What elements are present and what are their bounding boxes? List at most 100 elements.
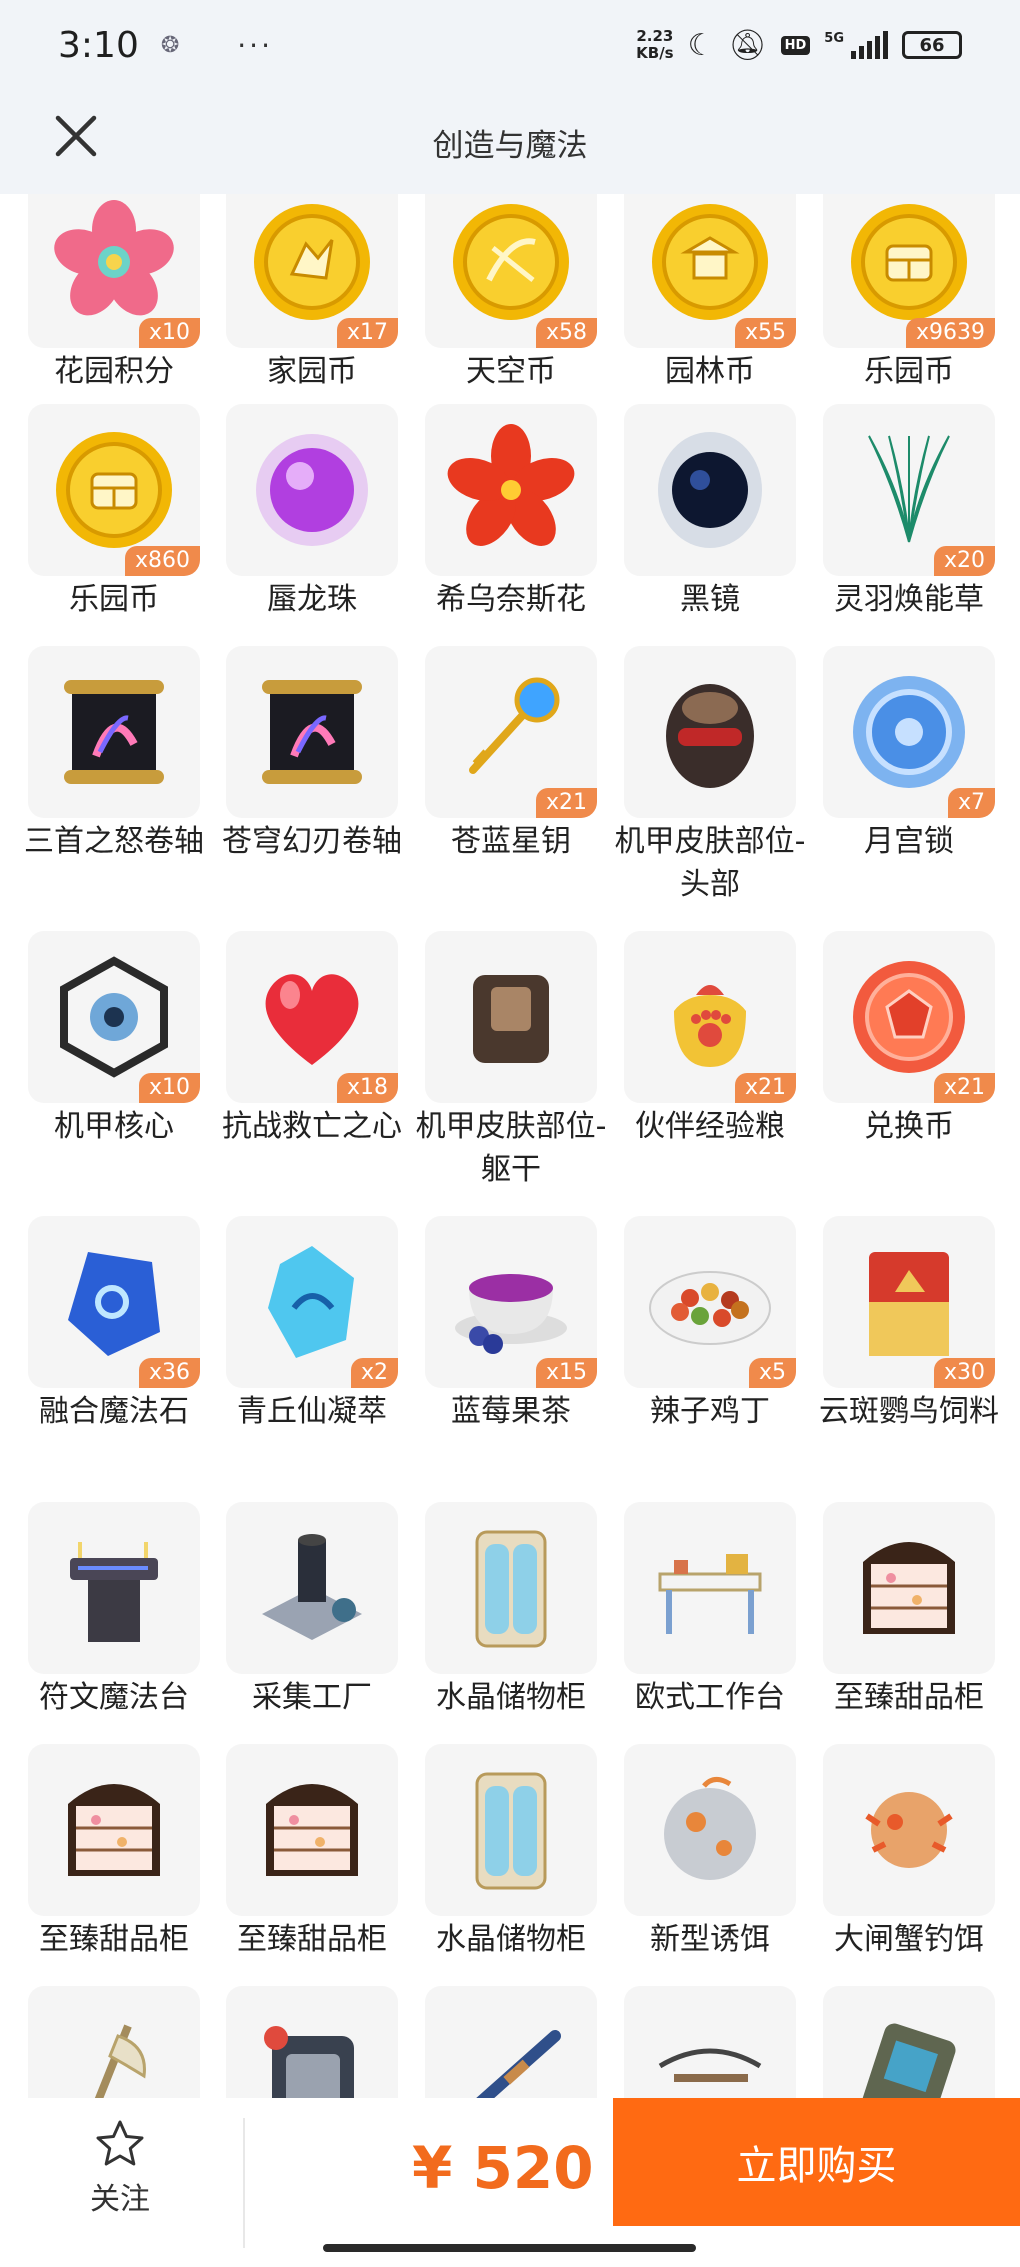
item-card[interactable]: 新型诱饵 [624,1744,796,1961]
item-card[interactable]: 至臻甜品柜 [28,1744,200,1961]
quantity-badge: x7 [947,788,995,818]
item-card[interactable]: x5 辣子鸡丁 [624,1216,796,1433]
network-speed-value: 2.23 [636,27,674,45]
item-card[interactable]: x17 家园币 [226,194,398,393]
item-card[interactable]: x58 天空币 [425,194,597,393]
close-button[interactable] [48,108,104,164]
item-card[interactable] [624,1986,796,2098]
scroll-icon [64,680,164,784]
blue-star-key-icon [469,677,560,774]
item-card[interactable]: 符文魔法台 [28,1502,200,1719]
gold-coin-bow-icon [453,204,569,320]
item-image [28,1986,200,2098]
crab-bait-icon [865,1792,953,1868]
bell-muted-icon: 🔕︎ [728,27,767,63]
item-card[interactable]: x10 机甲核心 [28,931,200,1148]
item-card[interactable]: 希乌奈斯花 [425,404,597,621]
axe-icon [94,2024,146,2098]
item-card[interactable]: 采集工厂 [226,1502,398,1719]
item-label: 云斑鹦鸟饲料 [819,1394,999,1429]
item-card[interactable]: x2 青丘仙凝萃 [226,1216,398,1433]
item-card[interactable]: 水晶储物柜 [425,1744,597,1961]
item-card[interactable]: 三首之怒卷轴 [24,646,204,863]
quantity-badge: x10 [138,1073,200,1103]
network-speed-unit: KB/s [636,44,674,62]
item-card[interactable]: 大闸蟹钓饵 [823,1744,995,1961]
item-image [425,1986,597,2098]
item-label: 灵羽焕能草 [834,582,984,617]
bait-ball-icon [664,1777,756,1880]
item-card[interactable]: x21 伙伴经验粮 [624,931,796,1148]
item-image [624,646,796,818]
item-label: 至臻甜品柜 [834,1680,984,1715]
item-card[interactable]: x21 苍蓝星钥 [425,646,597,863]
pink-flower-badge-icon [54,200,174,316]
item-image: x21 [624,931,796,1103]
item-card[interactable]: x30 云斑鹦鸟饲料 [819,1216,999,1433]
item-card[interactable]: x7 月宫锁 [823,646,995,863]
item-card[interactable]: 欧式工作台 [624,1502,796,1719]
blue-lock-icon [853,676,965,788]
item-card[interactable]: 机甲皮肤部位-躯干 [416,931,606,1191]
item-card[interactable]: x20 灵羽焕能草 [823,404,995,621]
item-label: 辣子鸡丁 [650,1394,770,1429]
item-label: 大闸蟹钓饵 [834,1922,984,1957]
star-outline-icon [96,2120,144,2166]
item-card[interactable]: x21 兑换币 [823,931,995,1148]
item-image: x15 [425,1216,597,1388]
home-indicator[interactable] [323,2244,696,2252]
item-label: 蜃龙珠 [267,582,357,617]
berry-tea-icon [455,1274,567,1354]
item-card[interactable]: x55 园林币 [624,194,796,393]
item-label: 抗战救亡之心 [222,1109,402,1144]
item-label: 至臻甜品柜 [237,1922,387,1957]
item-card[interactable] [425,1986,597,2098]
item-card[interactable]: 水晶储物柜 [425,1502,597,1719]
item-image [425,404,597,576]
item-card[interactable]: x18 抗战救亡之心 [222,931,402,1148]
item-label: 机甲皮肤部位-躯干 [415,1109,607,1187]
follow-button[interactable]: 关注 [60,2118,180,2218]
item-card[interactable]: 至臻甜品柜 [226,1744,398,1961]
item-image: x10 [28,931,200,1103]
item-label: 花园积分 [54,354,174,389]
item-image [28,646,200,818]
item-card[interactable]: 苍穹幻刃卷轴 [222,646,402,863]
item-label: 水晶储物柜 [436,1922,586,1957]
item-card[interactable] [226,1986,398,2098]
hd-badge: HD [780,35,811,55]
quantity-badge: x15 [535,1358,597,1388]
item-card[interactable]: 至臻甜品柜 [823,1502,995,1719]
item-label: 家园币 [267,354,357,389]
item-card[interactable]: x860 乐园币 [28,404,200,621]
crossbow-icon [658,2048,762,2082]
quantity-badge: x55 [734,318,796,348]
factory-icon [262,1534,362,1640]
item-card[interactable]: 机甲皮肤部位-头部 [615,646,805,906]
item-card[interactable] [28,1986,200,2098]
item-label: 机甲核心 [54,1109,174,1144]
item-image: x55 [624,194,796,348]
buy-now-button[interactable]: 立即购买 [613,2098,1020,2226]
item-card[interactable]: x15 蓝莓果茶 [425,1216,597,1433]
gold-coin-pavilion-icon [652,204,768,320]
quantity-badge: x860 [124,546,200,576]
item-card[interactable] [823,1986,995,2098]
dessert-cabinet-icon [863,1542,955,1634]
item-image [624,404,796,576]
item-card[interactable]: x10 花园积分 [28,194,200,393]
signal-type: 5G [824,31,844,46]
item-card[interactable]: 黑镜 [624,404,796,621]
gold-coin-chest-icon [851,204,967,320]
item-image [425,931,597,1103]
item-card[interactable]: x9639 乐园币 [823,194,995,393]
mech-torso-icon [473,975,549,1063]
item-label: 新型诱饵 [650,1922,770,1957]
item-label: 符文魔法台 [39,1680,189,1715]
quantity-badge: x21 [734,1073,796,1103]
item-image [624,1502,796,1674]
item-card[interactable]: x36 融合魔法石 [28,1216,200,1433]
mech-core-icon [60,956,168,1078]
item-card[interactable]: 蜃龙珠 [226,404,398,621]
status-bar: 3:10 ❂ ··· 2.23 KB/s ☾ 🔕︎ HD 5G 66 [0,0,1020,90]
